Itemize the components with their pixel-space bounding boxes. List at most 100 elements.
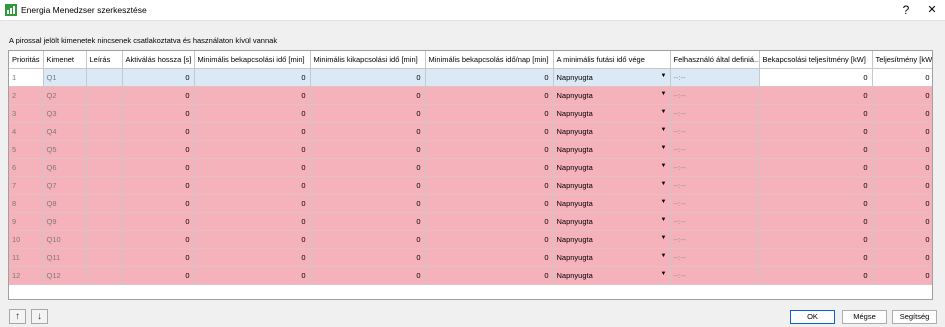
switch-on-power-cell[interactable]: 0 [759,158,873,177]
power-cell[interactable]: 0 [872,86,932,105]
dropdown-arrow-icon[interactable]: ▼ [661,109,667,115]
user-defined-time-cell[interactable]: --:-- [670,104,760,123]
column-header[interactable]: Felhasználó által definiá... [670,51,760,69]
ok-button[interactable]: OK [790,310,835,324]
power-cell[interactable]: 0 [872,68,932,87]
power-cell[interactable]: 0 [872,122,932,141]
min-runtime-end-dropdown[interactable]: Napnyugta ▼ [553,68,671,87]
user-defined-time-cell[interactable]: --:-- [670,158,760,177]
activation-length-cell[interactable]: 0 [122,248,195,267]
user-defined-time-cell[interactable]: --:-- [670,194,760,213]
help-button[interactable]: Segítség [892,310,937,324]
move-down-button[interactable]: ↓ [31,309,48,324]
min-runtime-end-dropdown[interactable]: Napnyugta ▼ [553,104,671,123]
description-cell[interactable] [86,266,123,285]
user-defined-time-cell[interactable]: --:-- [670,68,760,87]
switch-on-power-cell[interactable]: 0 [759,248,873,267]
description-cell[interactable] [86,230,123,249]
description-cell[interactable] [86,104,123,123]
column-header[interactable]: Kimenet [43,51,87,69]
help-titlebar-button[interactable]: ? [896,2,916,19]
min-runtime-end-dropdown[interactable]: Napnyugta ▼ [553,266,671,285]
min-on-time-cell[interactable]: 0 [194,212,311,231]
min-off-time-cell[interactable]: 0 [310,122,426,141]
min-on-per-day-cell[interactable]: 0 [425,266,554,285]
activation-length-cell[interactable]: 0 [122,176,195,195]
activation-length-cell[interactable]: 0 [122,212,195,231]
user-defined-time-cell[interactable]: --:-- [670,212,760,231]
table-row[interactable]: 1 Q1 0 0 0 0 Napnyugta ▼ --:-- 0 0 [9,68,932,87]
switch-on-power-cell[interactable]: 0 [759,176,873,195]
close-button[interactable]: ✕ [922,2,942,19]
table-row[interactable]: 4 Q4 0 0 0 0 Napnyugta ▼ --:-- 0 0 [9,122,932,141]
dropdown-arrow-icon[interactable]: ▼ [661,235,667,241]
outputs-grid[interactable]: Prioritás Kimenet Leírás Aktiválás hossza [… [8,50,933,300]
min-on-per-day-cell[interactable]: 0 [425,158,554,177]
activation-length-cell[interactable]: 0 [122,266,195,285]
table-row[interactable]: 6 Q6 0 0 0 0 Napnyugta ▼ --:-- 0 0 [9,158,932,177]
min-runtime-end-dropdown[interactable]: Napnyugta ▼ [553,230,671,249]
description-cell[interactable] [86,176,123,195]
power-cell[interactable]: 0 [872,176,932,195]
user-defined-time-cell[interactable]: --:-- [670,140,760,159]
min-on-time-cell[interactable]: 0 [194,248,311,267]
dropdown-arrow-icon[interactable]: ▼ [661,145,667,151]
min-runtime-end-dropdown[interactable]: Napnyugta ▼ [553,86,671,105]
switch-on-power-cell[interactable]: 0 [759,86,873,105]
switch-on-power-cell[interactable]: 0 [759,122,873,141]
table-row[interactable]: 8 Q8 0 0 0 0 Napnyugta ▼ --:-- 0 0 [9,194,932,213]
min-on-per-day-cell[interactable]: 0 [425,68,554,87]
table-row[interactable]: 11 Q11 0 0 0 0 Napnyugta ▼ --:-- 0 0 [9,248,932,267]
table-row[interactable]: 5 Q5 0 0 0 0 Napnyugta ▼ --:-- 0 0 [9,140,932,159]
min-on-time-cell[interactable]: 0 [194,266,311,285]
power-cell[interactable]: 0 [872,230,932,249]
switch-on-power-cell[interactable]: 0 [759,194,873,213]
dropdown-arrow-icon[interactable]: ▼ [661,73,667,79]
column-header[interactable]: Bekapcsolási teljesítmény [kW] [759,51,873,69]
dropdown-arrow-icon[interactable]: ▼ [661,199,667,205]
min-on-time-cell[interactable]: 0 [194,140,311,159]
min-runtime-end-dropdown[interactable]: Napnyugta ▼ [553,176,671,195]
switch-on-power-cell[interactable]: 0 [759,230,873,249]
power-cell[interactable]: 0 [872,140,932,159]
table-row[interactable]: 10 Q10 0 0 0 0 Napnyugta ▼ --:-- 0 0 [9,230,932,249]
power-cell[interactable]: 0 [872,248,932,267]
activation-length-cell[interactable]: 0 [122,104,195,123]
min-on-per-day-cell[interactable]: 0 [425,122,554,141]
min-on-per-day-cell[interactable]: 0 [425,176,554,195]
description-cell[interactable] [86,212,123,231]
dropdown-arrow-icon[interactable]: ▼ [661,271,667,277]
user-defined-time-cell[interactable]: --:-- [670,176,760,195]
column-header[interactable]: A minimális futási idő vége [553,51,671,69]
user-defined-time-cell[interactable]: --:-- [670,266,760,285]
power-cell[interactable]: 0 [872,212,932,231]
min-on-per-day-cell[interactable]: 0 [425,104,554,123]
min-on-time-cell[interactable]: 0 [194,68,311,87]
description-cell[interactable] [86,140,123,159]
min-on-per-day-cell[interactable]: 0 [425,86,554,105]
user-defined-time-cell[interactable]: --:-- [670,86,760,105]
min-off-time-cell[interactable]: 0 [310,140,426,159]
min-off-time-cell[interactable]: 0 [310,194,426,213]
min-on-time-cell[interactable]: 0 [194,176,311,195]
column-header[interactable]: Minimális bekapcsolás idő/nap [min] [425,51,554,69]
table-row[interactable]: 3 Q3 0 0 0 0 Napnyugta ▼ --:-- 0 0 [9,104,932,123]
min-on-time-cell[interactable]: 0 [194,158,311,177]
min-off-time-cell[interactable]: 0 [310,212,426,231]
switch-on-power-cell[interactable]: 0 [759,68,873,87]
min-off-time-cell[interactable]: 0 [310,248,426,267]
min-runtime-end-dropdown[interactable]: Napnyugta ▼ [553,158,671,177]
activation-length-cell[interactable]: 0 [122,86,195,105]
description-cell[interactable] [86,194,123,213]
min-off-time-cell[interactable]: 0 [310,176,426,195]
activation-length-cell[interactable]: 0 [122,230,195,249]
min-runtime-end-dropdown[interactable]: Napnyugta ▼ [553,122,671,141]
dropdown-arrow-icon[interactable]: ▼ [661,181,667,187]
activation-length-cell[interactable]: 0 [122,68,195,87]
description-cell[interactable] [86,68,123,87]
user-defined-time-cell[interactable]: --:-- [670,122,760,141]
column-header[interactable]: Minimális kikapcsolási idő [min] [310,51,426,69]
switch-on-power-cell[interactable]: 0 [759,266,873,285]
table-row[interactable]: 9 Q9 0 0 0 0 Napnyugta ▼ --:-- 0 0 [9,212,932,231]
power-cell[interactable]: 0 [872,266,932,285]
